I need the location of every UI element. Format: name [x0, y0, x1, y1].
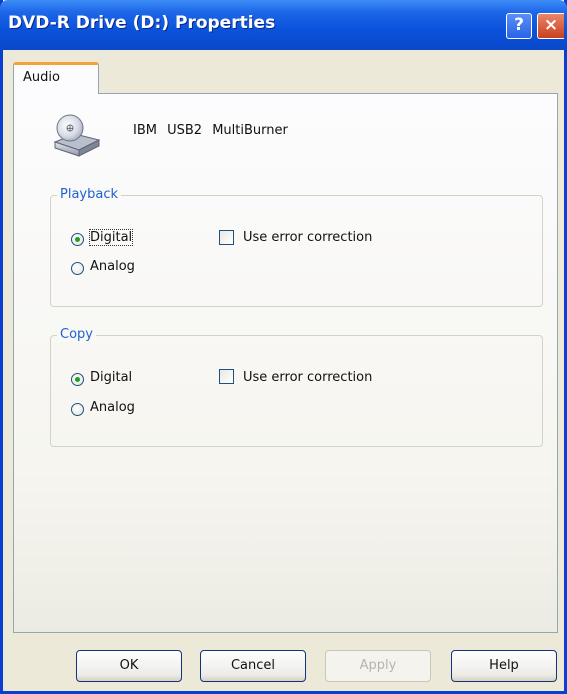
playback-digital-radio[interactable]: [71, 233, 84, 246]
playback-analog-label[interactable]: Analog: [90, 259, 135, 274]
playback-digital-label[interactable]: Digital: [88, 229, 134, 246]
help-button[interactable]: Help: [451, 650, 557, 682]
playback-error-correction-checkbox[interactable]: [219, 230, 234, 245]
playback-analog-radio[interactable]: [71, 262, 84, 275]
copy-digital-radio[interactable]: [71, 373, 84, 386]
window-title: DVD-R Drive (D:) Properties: [8, 13, 276, 33]
svg-text:+: +: [66, 124, 74, 134]
close-button[interactable]: ×: [537, 13, 564, 39]
ok-button[interactable]: OK: [76, 650, 182, 682]
tab-audio[interactable]: Audio: [13, 62, 99, 94]
copy-digital-label[interactable]: Digital: [90, 370, 132, 385]
title-bar[interactable]: DVD-R Drive (D:) Properties ? ×: [0, 0, 567, 50]
copy-legend: Copy: [57, 327, 96, 342]
copy-group: Copy: [50, 327, 543, 447]
playback-error-correction-label[interactable]: Use error correction: [243, 230, 372, 245]
playback-legend: Playback: [57, 187, 122, 202]
copy-error-correction-checkbox[interactable]: [219, 369, 234, 384]
playback-group: Playback: [50, 187, 543, 307]
copy-error-correction-label[interactable]: Use error correction: [243, 370, 372, 385]
cd-drive-icon: +: [53, 114, 101, 157]
properties-window: DVD-R Drive (D:) Properties ? × Audio + …: [0, 0, 567, 694]
copy-analog-radio[interactable]: [71, 403, 84, 416]
device-name: IBM USB2 MultiBurner: [133, 123, 288, 138]
tab-audio-label: Audio: [23, 70, 60, 85]
help-title-button[interactable]: ?: [506, 13, 532, 39]
cancel-button[interactable]: Cancel: [200, 650, 306, 682]
copy-analog-label[interactable]: Analog: [90, 400, 135, 415]
apply-button[interactable]: Apply: [325, 650, 431, 682]
